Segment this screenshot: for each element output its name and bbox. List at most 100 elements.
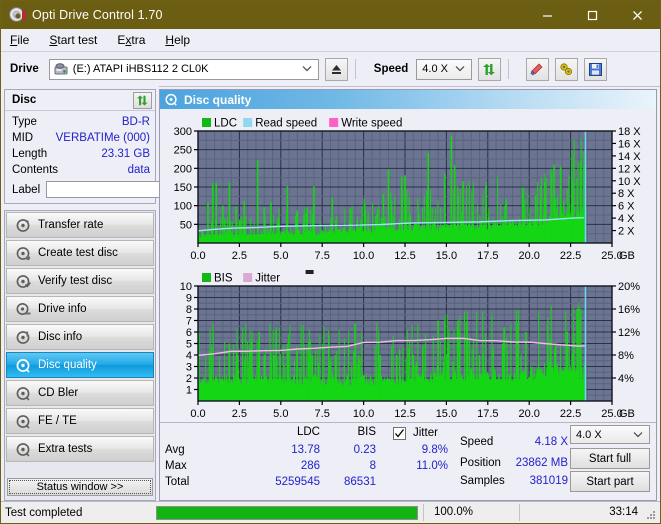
svg-text:12.5: 12.5 (394, 408, 415, 420)
refresh-button[interactable] (478, 58, 501, 81)
speed-select[interactable]: 4.0 X (416, 59, 472, 80)
start-full-button[interactable]: Start full (570, 448, 650, 469)
svg-text:15.0: 15.0 (436, 250, 457, 262)
sidebar-item-drive-info[interactable]: Drive info (6, 296, 154, 322)
svg-text:4%: 4% (618, 373, 634, 385)
svg-text:Jitter: Jitter (255, 273, 280, 285)
disc-row-key: Type (12, 116, 37, 128)
stats-row-total-label: Total (165, 476, 189, 488)
save-button[interactable] (584, 58, 607, 81)
erase-button[interactable] (526, 58, 549, 81)
menu-start-test[interactable]: Start test (49, 33, 97, 47)
disc-info-list: Type BD-R MID VERBATIMe (000) Length 23.… (5, 111, 155, 203)
svg-text:GB: GB (619, 408, 635, 420)
disc-label-caption: Label (12, 184, 40, 196)
jitter-checkbox[interactable] (393, 427, 406, 440)
content-header: Disc quality (160, 90, 656, 109)
sidebar-item-transfer-rate[interactable]: Transfer rate (6, 212, 154, 238)
disc-panel-header: Disc (5, 90, 155, 111)
maximize-button[interactable] (570, 1, 615, 29)
stats-avg-ldc: 13.78 (264, 444, 320, 456)
disc-row-type: Type BD-R (12, 114, 150, 130)
svg-text:1: 1 (186, 385, 192, 397)
speed-stat-label: Speed (460, 436, 493, 448)
toolbar-divider (355, 59, 356, 79)
resize-grip[interactable] (645, 509, 657, 521)
svg-text:12 X: 12 X (618, 163, 641, 175)
svg-text:300: 300 (174, 126, 192, 138)
svg-text:16 X: 16 X (618, 138, 641, 150)
bis-chart: 123456789104%8%12%16%20%0.02.55.07.510.0… (160, 264, 656, 422)
svg-text:2 X: 2 X (618, 226, 635, 238)
chevron-down-icon (633, 429, 643, 441)
speed-select-value: 4.0 X (576, 429, 602, 441)
menu-bar: File Start test Extra Help (1, 29, 660, 52)
progress-percent: 100.0% (423, 504, 519, 521)
title-bar: Opti Drive Control 1.70 (1, 1, 660, 29)
stats-row-max-label: Max (165, 460, 187, 472)
progress-fill (157, 507, 417, 519)
minimize-button[interactable] (525, 1, 570, 29)
svg-text:20.0: 20.0 (518, 250, 539, 262)
check-icon (394, 428, 405, 439)
svg-text:8: 8 (186, 304, 192, 316)
toolbar-divider-2 (508, 59, 509, 79)
sidebar-item-fe-te[interactable]: FE / TE (6, 408, 154, 434)
svg-text:2.5: 2.5 (232, 250, 247, 262)
stats-avg-bis: 0.23 (328, 444, 376, 456)
disc-extra-icon (13, 442, 33, 457)
svg-text:5.0: 5.0 (273, 408, 288, 420)
menu-help[interactable]: Help (165, 33, 190, 47)
svg-text:250: 250 (174, 145, 192, 157)
svg-text:10.0: 10.0 (353, 250, 374, 262)
status-bar: Test completed 100.0% 33:14 (1, 501, 660, 523)
sidebar-item-disc-quality[interactable]: Disc quality (6, 352, 154, 378)
svg-text:20.0: 20.0 (518, 408, 539, 420)
eject-button[interactable] (325, 58, 348, 81)
svg-text:5.0: 5.0 (273, 250, 288, 262)
disc-info-icon (13, 330, 33, 345)
svg-text:17.5: 17.5 (477, 250, 498, 262)
bis-chart-canvas: 123456789104%8%12%16%20%0.02.55.07.510.0… (160, 264, 654, 422)
tools-icon (559, 62, 574, 77)
refresh-icon (136, 94, 149, 107)
speed-select-bottom[interactable]: 4.0 X (570, 425, 650, 444)
svg-text:0.0: 0.0 (190, 408, 205, 420)
jitter-label: Jitter (413, 427, 438, 439)
disc-fete-icon (13, 414, 33, 429)
svg-text:BIS: BIS (214, 273, 233, 285)
disc-refresh-button[interactable] (133, 92, 152, 109)
close-button[interactable] (615, 1, 660, 29)
menu-file[interactable]: File (10, 33, 29, 47)
status-button-wrap: Status window >> (6, 474, 154, 499)
svg-text:9: 9 (186, 293, 192, 305)
disc-burn-icon (13, 246, 33, 261)
sidebar: Disc Type BD-R MID VERB (1, 86, 159, 501)
menu-extra[interactable]: Extra (117, 33, 145, 47)
drive-select[interactable]: (E:) ATAPI iHBS112 2 CL0K (49, 59, 319, 80)
sidebar-item-create-test-disc[interactable]: Create test disc (6, 240, 154, 266)
status-window-button[interactable]: Status window >> (7, 478, 153, 496)
disc-row-contents: Contents data (12, 162, 150, 178)
start-part-button[interactable]: Start part (570, 471, 650, 492)
sidebar-item-disc-info[interactable]: Disc info (6, 324, 154, 350)
sidebar-item-verify-test-disc[interactable]: Verify test disc (6, 268, 154, 294)
body: Disc Type BD-R MID VERB (1, 86, 660, 501)
chevron-down-icon (455, 63, 465, 75)
samples-value: 381019 (490, 475, 568, 487)
stats-max-bis: 8 (328, 460, 376, 472)
stats-col-bis: BIS (328, 426, 376, 438)
progress-bar (156, 506, 418, 520)
drive-value: (E:) ATAPI iHBS112 2 CL0K (73, 63, 209, 75)
svg-text:18 X: 18 X (618, 126, 641, 138)
sidebar-item-label: Disc info (38, 331, 82, 343)
svg-text:5: 5 (186, 339, 192, 351)
svg-text:GB: GB (619, 250, 635, 262)
tools-button[interactable] (555, 58, 578, 81)
svg-text:LDC: LDC (214, 118, 237, 130)
disc-test-icon (13, 218, 33, 233)
sidebar-item-cd-bler[interactable]: CD Bler (6, 380, 154, 406)
svg-text:12.5: 12.5 (394, 250, 415, 262)
svg-text:7.5: 7.5 (315, 250, 330, 262)
sidebar-item-extra-tests[interactable]: Extra tests (6, 436, 154, 462)
